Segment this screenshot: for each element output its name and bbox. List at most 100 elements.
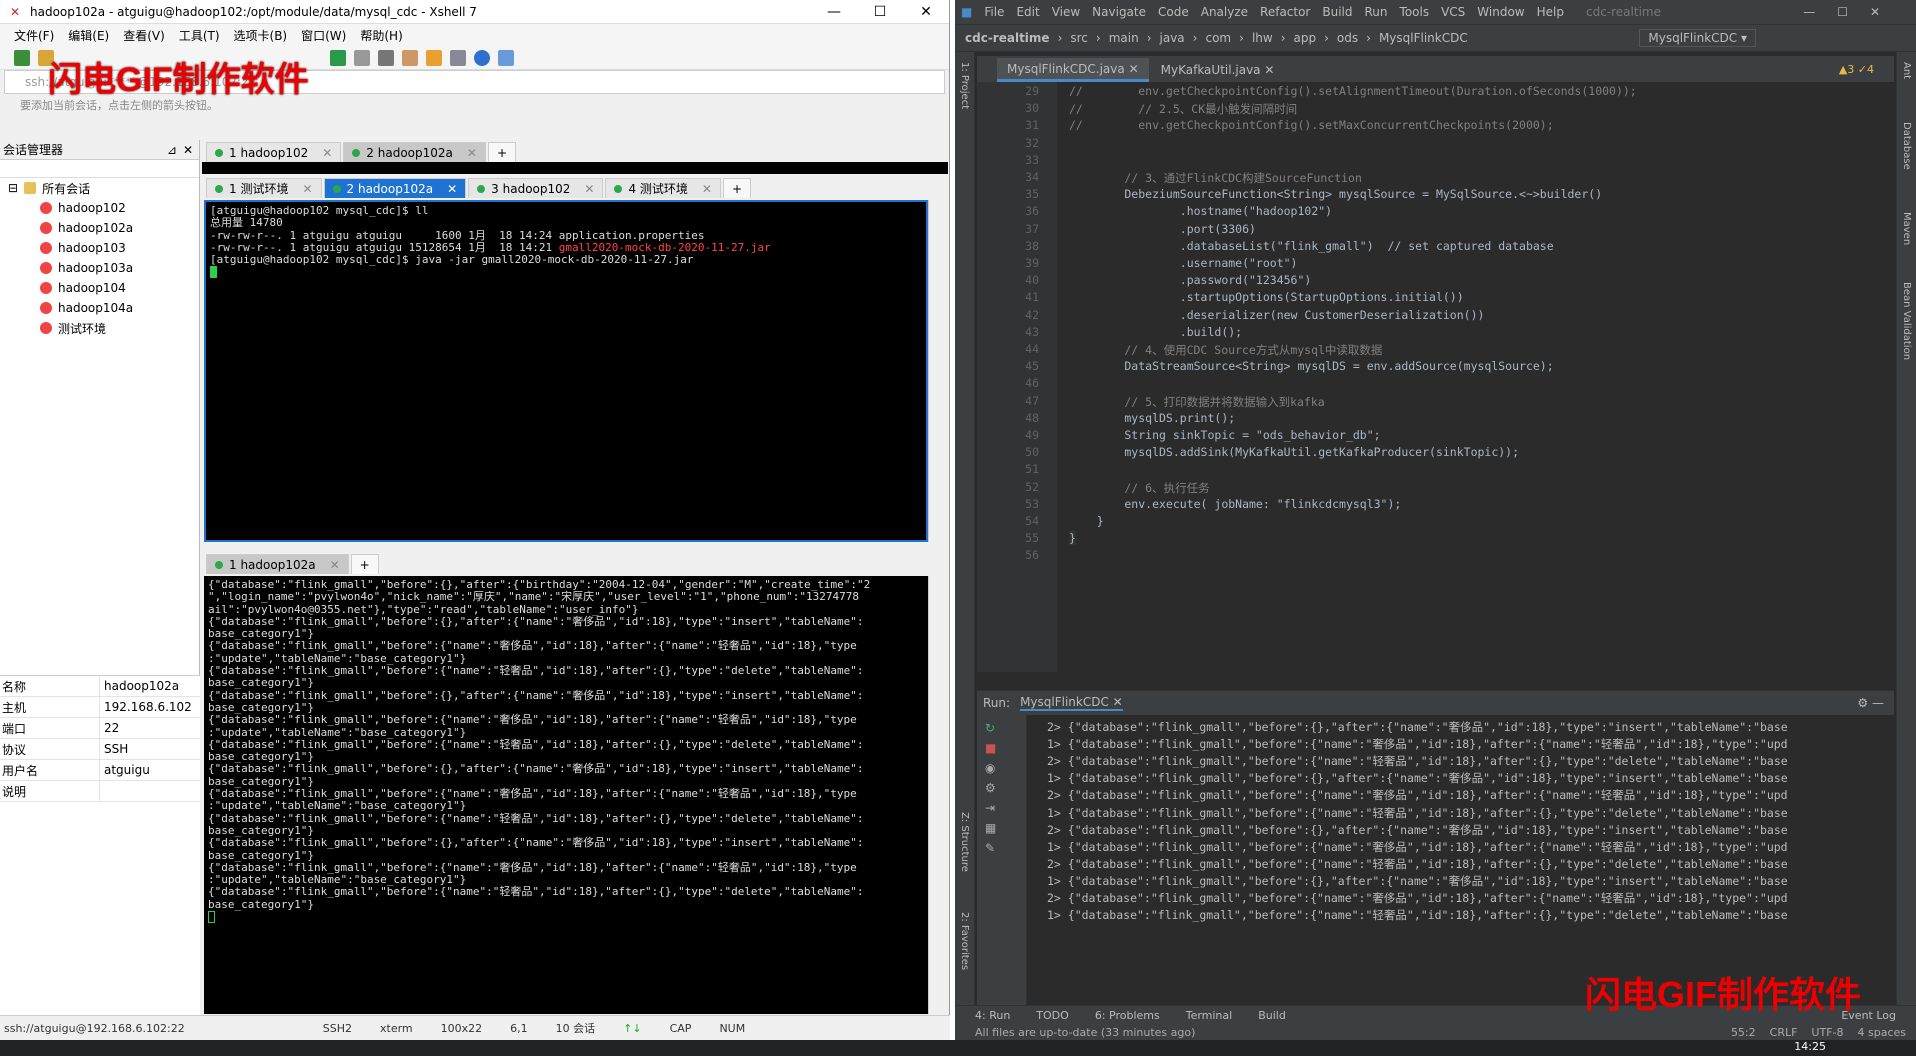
ij-menu-edit[interactable]: Edit (1016, 5, 1039, 19)
crumb[interactable]: java (1160, 31, 1185, 45)
close-icon[interactable]: ✕ (702, 182, 712, 196)
close-button[interactable]: ✕ (903, 4, 949, 20)
layout-icon[interactable]: ▦ (985, 821, 1018, 835)
tool-maven[interactable]: Maven (1901, 212, 1912, 245)
close-icon[interactable]: ✕ (330, 558, 340, 572)
tool-ant[interactable]: Ant (1901, 62, 1912, 79)
tool-run[interactable]: 4: Run (975, 1009, 1010, 1022)
ij-menu-analyze[interactable]: Analyze (1201, 5, 1248, 19)
tab-hadoop102a-active[interactable]: 2 hadoop102a ✕ (323, 178, 467, 198)
tool-project[interactable]: 1: Project (959, 62, 970, 109)
add-tab-button[interactable]: + (722, 178, 752, 198)
close-icon[interactable]: ✕ (467, 146, 477, 160)
session-item[interactable]: hadoop104 (0, 278, 199, 298)
close-icon[interactable]: ✕ (447, 182, 457, 196)
tool-bean-validation[interactable]: Bean Validation (1901, 282, 1912, 360)
tab-hadoop102a-bottom[interactable]: 1 hadoop102a ✕ (206, 554, 349, 574)
minimize-button[interactable]: — (811, 4, 857, 20)
status-line-sep[interactable]: CRLF (1770, 1026, 1798, 1039)
tab-test-env[interactable]: 1 测试环境 ✕ (206, 178, 322, 198)
ij-menu-help[interactable]: Help (1537, 5, 1564, 19)
add-tab-button[interactable]: + (350, 554, 379, 574)
tool-problems[interactable]: 6: Problems (1095, 1009, 1160, 1022)
maximize-button[interactable]: ☐ (857, 4, 903, 20)
session-item[interactable]: hadoop104a (0, 298, 199, 318)
code-editor[interactable]: 29 30 31 32 33 34 35 36 37 38 39 40 41 42 43 44 45 46 47 48… (977, 82, 1894, 672)
inspection-summary[interactable]: ▲3 ✓4 (1839, 63, 1874, 76)
menu-tabs[interactable]: 选项卡(B) (234, 27, 288, 44)
menu-help[interactable]: 帮助(H) (360, 27, 402, 44)
crumb[interactable]: main (1109, 31, 1139, 45)
stop-icon[interactable]: ■ (985, 741, 1018, 755)
session-item[interactable]: hadoop103 (0, 238, 199, 258)
exit-icon[interactable]: ⇥ (985, 801, 1018, 815)
tab-test-env-2[interactable]: 4 测试环境 ✕ (605, 178, 721, 198)
keyboard-icon[interactable] (378, 49, 394, 66)
new-session-icon[interactable] (14, 49, 30, 66)
session-item[interactable]: 测试环境 (0, 318, 199, 338)
pin-icon[interactable]: ✎ (985, 841, 1018, 855)
tool-build[interactable]: Build (1258, 1009, 1286, 1022)
tools-icon[interactable] (426, 49, 442, 66)
rerun-icon[interactable]: ↻ (985, 721, 1018, 735)
chat-icon[interactable] (498, 49, 514, 66)
compose-icon[interactable] (402, 49, 418, 66)
tab-hadoop102a[interactable]: 2 hadoop102a ✕ (343, 142, 486, 162)
menu-window[interactable]: 窗口(W) (301, 27, 346, 44)
terminal-scrollbar[interactable] (928, 200, 942, 542)
menu-file[interactable]: 文件(F) (14, 27, 54, 44)
gear-icon[interactable]: ⚙ — (1857, 696, 1884, 710)
layout-icon[interactable] (450, 49, 466, 66)
camera-icon[interactable]: ◉ (985, 761, 1018, 775)
close-icon[interactable]: ✕ (302, 182, 312, 196)
menu-tools[interactable]: 工具(T) (179, 27, 220, 44)
crumb[interactable]: com (1205, 31, 1231, 45)
crumb[interactable]: app (1294, 31, 1317, 45)
sessions-root[interactable]: ⊟ 所有会话 (0, 178, 199, 198)
ij-menu-vcs[interactable]: VCS (1441, 5, 1465, 19)
crumb[interactable]: lhw (1252, 31, 1273, 45)
ij-menu-tools[interactable]: Tools (1400, 5, 1430, 19)
session-item[interactable]: hadoop103a (0, 258, 199, 278)
tool-database[interactable]: Database (1901, 122, 1912, 170)
crumb[interactable]: ods (1337, 31, 1358, 45)
output-scrollbar[interactable] (928, 576, 942, 1014)
crumb[interactable]: cdc-realtime (965, 31, 1050, 45)
terminal-output[interactable]: {"database":"flink_gmall","before":{},"a… (204, 576, 928, 1014)
help-icon[interactable] (474, 49, 490, 66)
status-encoding[interactable]: UTF-8 (1811, 1026, 1843, 1039)
tab-hadoop102[interactable]: 3 hadoop102 ✕ (468, 178, 604, 198)
tab-hadoop102[interactable]: 1 hadoop102 ✕ (206, 142, 342, 162)
ij-menu-code[interactable]: Code (1158, 5, 1189, 19)
collapse-icon[interactable]: ⊟ (8, 181, 18, 195)
tool-structure[interactable]: Z: Structure (959, 812, 970, 872)
terminal-main[interactable]: [atguigu@hadoop102 mysql_cdc]$ ll 总用量 147… (204, 200, 928, 542)
menu-view[interactable]: 查看(V) (123, 27, 165, 44)
session-item[interactable]: hadoop102a (0, 218, 199, 238)
status-caret[interactable]: 55:2 (1731, 1026, 1756, 1039)
menu-edit[interactable]: 编辑(E) (68, 27, 109, 44)
settings-icon[interactable]: ⚙ (985, 781, 1018, 795)
session-item[interactable]: hadoop102 (0, 198, 199, 218)
tool-terminal[interactable]: Terminal (1186, 1009, 1233, 1022)
ij-menu-refactor[interactable]: Refactor (1260, 5, 1310, 19)
close-icon[interactable]: ✕ (584, 182, 594, 196)
ij-menu-view[interactable]: View (1052, 5, 1080, 19)
close-icon[interactable]: ✕ (322, 146, 332, 160)
ij-menu-build[interactable]: Build (1322, 5, 1352, 19)
run-config-select[interactable]: MysqlFlinkCDC ▾ (1639, 29, 1756, 47)
ij-window-controls[interactable]: —☐✕ (1803, 5, 1902, 19)
tab-mykafkautil[interactable]: MyKafkaUtil.java ✕ (1151, 58, 1285, 82)
tab-mysqlflinkcdc[interactable]: MysqlFlinkCDC.java ✕ (997, 58, 1149, 82)
close-panel-icon[interactable]: ✕ (183, 143, 193, 157)
ij-menu-navigate[interactable]: Navigate (1092, 5, 1146, 19)
lock-icon[interactable] (354, 49, 370, 66)
tool-favorites[interactable]: 2: Favorites (959, 912, 970, 970)
pin-icon[interactable]: ⊿ (167, 143, 177, 157)
ij-menu-file[interactable]: File (984, 5, 1004, 19)
transfer-icon[interactable] (330, 49, 346, 66)
crumb[interactable]: MysqlFlinkCDC (1379, 31, 1468, 45)
tool-todo[interactable]: TODO (1036, 1009, 1069, 1022)
crumb[interactable]: src (1070, 31, 1088, 45)
add-tab-button[interactable]: + (487, 142, 517, 162)
